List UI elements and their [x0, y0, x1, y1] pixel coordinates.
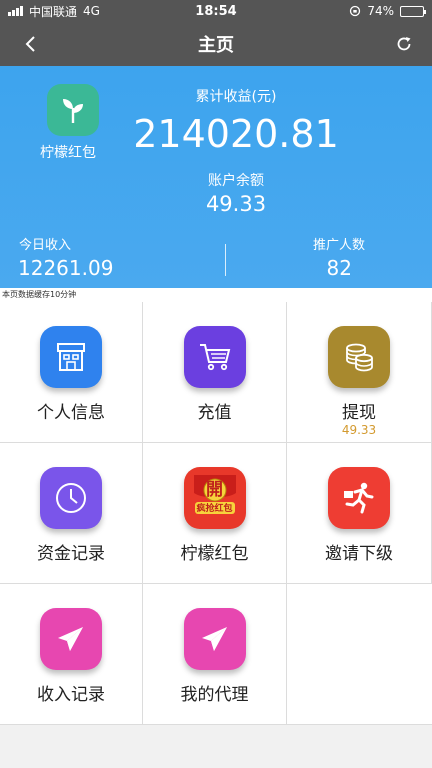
paper-plane-icon	[40, 608, 102, 670]
page-title: 主页	[198, 35, 234, 56]
menu-label: 柠檬红包	[180, 544, 249, 564]
menu-label: 收入记录	[37, 685, 105, 705]
chevron-left-icon[interactable]	[20, 33, 42, 55]
menu-empty-cell	[287, 584, 432, 725]
cache-note: 本页数据缓存10分钟	[0, 288, 432, 302]
clock-icon	[40, 467, 102, 529]
referral-count-label: 推广人数	[312, 238, 365, 253]
referral-count-value: 82	[326, 256, 352, 280]
store-icon	[40, 326, 102, 388]
menu-item-personal-info[interactable]: 个人信息	[0, 302, 143, 443]
envelope-badge-bottom: 疯抢红包	[196, 504, 233, 514]
withdraw-balance: 49.33	[341, 423, 377, 437]
menu-item-fund-records[interactable]: 资金记录	[0, 443, 143, 584]
earnings-summary: 柠檬红包 累计收益(元) 214020.81 账户余额 49.33 今日收入 1…	[0, 66, 432, 288]
red-envelope-icon: 開 疯抢红包	[183, 467, 246, 529]
coins-icon	[328, 326, 390, 388]
menu-item-recharge[interactable]: 充值	[143, 302, 287, 443]
battery-icon	[400, 5, 426, 17]
menu-item-lemon-envelope[interactable]: 開 疯抢红包 柠檬红包	[143, 443, 287, 584]
paper-plane-icon	[183, 608, 246, 670]
menu-label: 邀请下级	[325, 544, 393, 564]
menu-item-my-agent[interactable]: 我的代理	[143, 584, 287, 725]
cart-icon	[183, 326, 246, 388]
divider	[225, 244, 226, 276]
balance-label: 账户余额	[208, 173, 264, 189]
nav-bar: 主页	[0, 22, 432, 66]
total-earnings-value: 214020.81	[133, 112, 339, 156]
envelope-badge-top: 開	[206, 480, 223, 500]
menu-label: 我的代理	[180, 685, 249, 705]
menu-item-income-records[interactable]: 收入记录	[0, 584, 143, 725]
battery-percent: 74%	[367, 4, 394, 18]
signal-icon	[8, 6, 23, 16]
menu-item-invite[interactable]: 邀请下级	[287, 443, 432, 584]
balance-value: 49.33	[205, 192, 267, 216]
network-type: 4G	[83, 4, 100, 18]
status-bar: 中国联通 4G 18:54 74%	[0, 0, 432, 22]
menu-label: 充值	[197, 403, 232, 423]
carrier-name: 中国联通	[29, 4, 78, 19]
menu-label: 资金记录	[37, 544, 105, 564]
today-income-label: 今日收入	[19, 238, 72, 253]
runner-icon	[328, 467, 390, 529]
menu-label: 个人信息	[37, 403, 105, 423]
today-income-value: 12261.09	[18, 256, 114, 280]
rotation-lock-icon	[350, 5, 361, 17]
menu-item-withdraw[interactable]: 提现 49.33	[287, 302, 432, 443]
menu-label: 提现	[342, 403, 376, 423]
menu-grid: 个人信息 充值 提现 49.33 资金记录 開 疯抢红包 柠檬红包 邀请下级 收…	[0, 302, 432, 725]
total-earnings-label: 累计收益(元)	[195, 89, 277, 105]
refresh-icon[interactable]	[394, 34, 414, 54]
